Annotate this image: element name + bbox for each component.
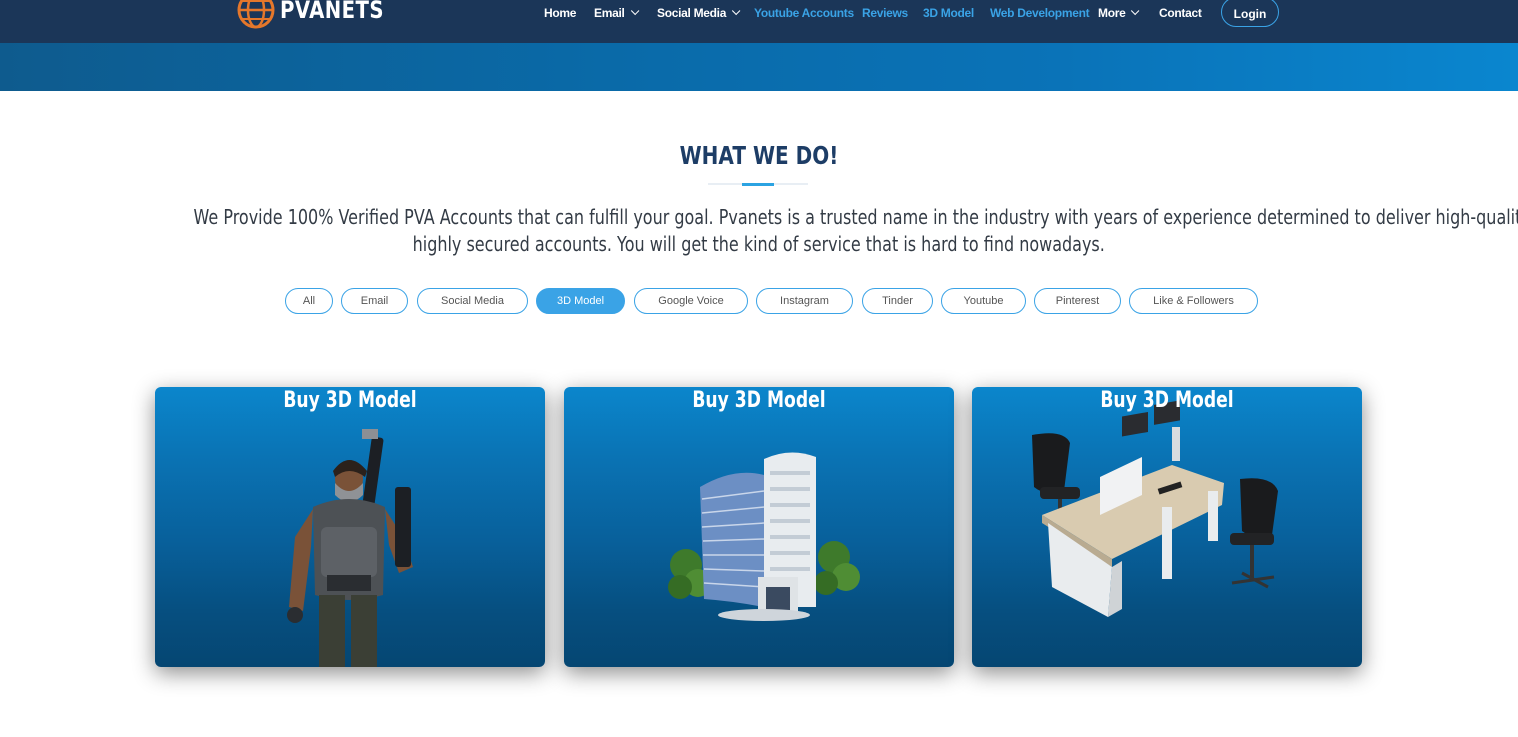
nav-more[interactable]: More	[1098, 5, 1140, 21]
filter-pinterest[interactable]: Pinterest	[1034, 288, 1121, 314]
filter-like-followers[interactable]: Like & Followers	[1129, 288, 1258, 314]
product-card-3[interactable]: Buy 3D Model	[972, 387, 1362, 667]
nav-email[interactable]: Email	[594, 5, 639, 21]
filter-pinterest-label: Pinterest	[1055, 295, 1100, 307]
filter-email-label: Email	[360, 295, 389, 307]
chevron-down-icon	[731, 6, 741, 16]
filter-google-voice-label: Google Voice	[658, 295, 724, 307]
filter-tinder[interactable]: Tinder	[862, 288, 933, 314]
filter-tinder-label: Tinder	[882, 295, 913, 307]
nav-3d-model[interactable]: 3D Model	[923, 5, 974, 21]
filter-youtube[interactable]: Youtube	[941, 288, 1026, 314]
card-title: Buy 3D Model	[1100, 388, 1234, 413]
card-title: Buy 3D Model	[283, 388, 417, 413]
login-button[interactable]: Login	[1221, 0, 1279, 27]
product-card-2[interactable]: Buy 3D Model	[564, 387, 954, 667]
filter-social-media-label: Social Media	[441, 295, 504, 307]
nav-web-development-label: Web Development	[990, 6, 1090, 20]
category-filters: All Email Social Media 3D Model Google V…	[0, 288, 1518, 314]
nav-youtube-accounts[interactable]: Youtube Accounts	[754, 5, 854, 21]
nav-home-label: Home	[544, 6, 577, 20]
login-button-label: Login	[1233, 7, 1267, 21]
description-line-1: We Provide 100% Verified PVA Accounts th…	[193, 205, 1518, 229]
nav-home[interactable]: Home	[544, 5, 576, 21]
filter-3d-model-label: 3D Model	[556, 295, 605, 307]
hero-banner-strip	[0, 43, 1518, 91]
filter-all-label: All	[302, 295, 316, 307]
nav-reviews[interactable]: Reviews	[862, 5, 908, 21]
section-title: WHAT WE DO!	[679, 141, 839, 170]
nav-contact-label: Contact	[1159, 6, 1202, 20]
filter-google-voice[interactable]: Google Voice	[634, 288, 748, 314]
filter-all[interactable]: All	[285, 288, 333, 314]
nav-social-media-label: Social Media	[657, 6, 727, 20]
main-menu: Home Email Social Media Youtube Accounts…	[0, 0, 1518, 27]
filter-instagram-label: Instagram	[780, 295, 829, 307]
chevron-down-icon	[1131, 6, 1140, 16]
section-description: We Provide 100% Verified PVA Accounts th…	[0, 204, 1518, 258]
soldier-character-image	[287, 429, 413, 667]
office-desk-chairs-image	[1032, 400, 1278, 617]
office-building-image	[668, 452, 860, 621]
nav-web-development[interactable]: Web Development	[990, 5, 1090, 21]
nav-social-media[interactable]: Social Media	[657, 5, 741, 21]
filter-youtube-label: Youtube	[963, 295, 1004, 307]
nav-reviews-label: Reviews	[862, 6, 908, 20]
nav-youtube-accounts-label: Youtube Accounts	[754, 6, 854, 20]
title-divider-accent	[742, 183, 774, 186]
card-title: Buy 3D Model	[692, 388, 826, 413]
nav-more-label: More	[1098, 6, 1126, 20]
product-card-1[interactable]: Buy 3D Model	[155, 387, 545, 667]
filter-3d-model[interactable]: 3D Model	[536, 288, 625, 314]
filter-email[interactable]: Email	[341, 288, 408, 314]
description-line-2: highly secured accounts. You will get th…	[412, 232, 1106, 256]
top-navbar: PVANETS Home Email Social Media Youtube …	[0, 0, 1518, 43]
filter-social-media[interactable]: Social Media	[417, 288, 528, 314]
filter-instagram[interactable]: Instagram	[756, 288, 853, 314]
filter-like-followers-label: Like & Followers	[1153, 295, 1234, 307]
nav-contact[interactable]: Contact	[1159, 5, 1202, 21]
nav-3d-model-label: 3D Model	[923, 6, 974, 20]
nav-email-label: Email	[594, 6, 625, 20]
chevron-down-icon	[630, 6, 639, 16]
